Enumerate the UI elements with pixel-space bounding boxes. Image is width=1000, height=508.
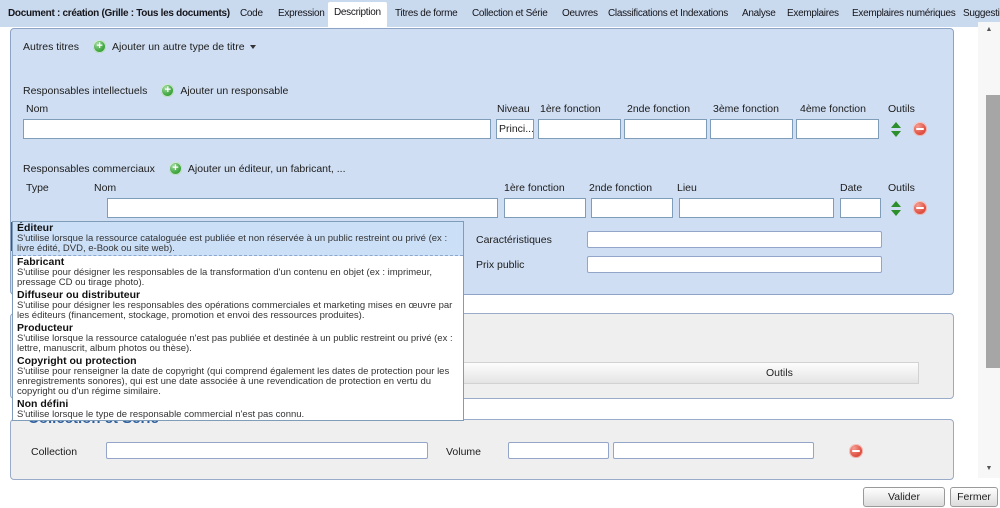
col-header-2nde-fonction: 2nde fonction bbox=[589, 182, 652, 194]
col-header-outils: Outils bbox=[888, 103, 915, 115]
add-plus-icon[interactable]: + bbox=[169, 162, 182, 175]
add-plus-icon[interactable]: + bbox=[161, 84, 174, 97]
dropdown-option-copyright[interactable]: Copyright ou protection S'utilise pour r… bbox=[13, 355, 463, 398]
option-description: S'utilise lorsque la ressource catalogué… bbox=[17, 334, 459, 354]
window-title: Document : création (Grille : Tous les d… bbox=[8, 0, 230, 27]
caracteristiques-input[interactable] bbox=[587, 231, 882, 248]
dropdown-option-producteur[interactable]: Producteur S'utilise lorsque la ressourc… bbox=[13, 322, 463, 355]
col-header-lieu: Lieu bbox=[677, 182, 697, 194]
comm-fonction2-input[interactable] bbox=[591, 198, 673, 218]
tab-exemplaires[interactable]: Exemplaires bbox=[787, 0, 839, 27]
tab-bar: Document : création (Grille : Tous les d… bbox=[0, 0, 1000, 27]
comm-date-input[interactable] bbox=[840, 198, 881, 218]
valider-button[interactable]: Valider bbox=[863, 487, 945, 507]
dropdown-option-diffuseur[interactable]: Diffuseur ou distributeur S'utilise pour… bbox=[13, 289, 463, 322]
intel-fonction4-input[interactable] bbox=[796, 119, 879, 139]
col-header-nom: Nom bbox=[26, 103, 48, 115]
dropdown-option-fabricant[interactable]: Fabricant S'utilise pour désigner les re… bbox=[13, 256, 463, 289]
volume-label: Volume bbox=[446, 446, 481, 458]
col-header-4eme-fonction: 4ème fonction bbox=[800, 103, 866, 115]
tab-classifications-et-indexations[interactable]: Classifications et Indexations bbox=[608, 0, 728, 27]
outils-header: Outils bbox=[766, 367, 793, 379]
option-description: S'utilise pour désigner les responsables… bbox=[17, 301, 459, 321]
intel-fonction3-input[interactable] bbox=[710, 119, 793, 139]
scrollbar-thumb[interactable] bbox=[986, 95, 1000, 368]
type-dropdown-list: Éditeur S'utilise lorsque la ressource c… bbox=[12, 221, 464, 421]
col-header-date: Date bbox=[840, 182, 862, 194]
col-header-nom: Nom bbox=[94, 182, 116, 194]
document-creation-window: Document : création (Grille : Tous les d… bbox=[0, 0, 1000, 508]
tab-titres-de-forme[interactable]: Titres de forme bbox=[395, 0, 457, 27]
move-updown-icon[interactable] bbox=[891, 201, 902, 216]
col-header-1ere-fonction: 1ère fonction bbox=[504, 182, 565, 194]
tab-code[interactable]: Code bbox=[240, 0, 263, 27]
intel-niveau-select[interactable]: Princi... bbox=[496, 119, 534, 139]
add-autre-titre-button[interactable]: Ajouter un autre type de titre bbox=[112, 41, 245, 53]
collection-input[interactable] bbox=[106, 442, 428, 459]
fermer-button[interactable]: Fermer bbox=[950, 487, 998, 507]
option-description: S'utilise lorsque le type de responsable… bbox=[17, 410, 459, 420]
tab-collection-et-serie[interactable]: Collection et Série bbox=[472, 0, 547, 27]
tab-exemplaires-numeriques[interactable]: Exemplaires numériques bbox=[852, 0, 955, 27]
col-header-niveau: Niveau bbox=[497, 103, 530, 115]
intel-fonction1-input[interactable] bbox=[538, 119, 621, 139]
autres-titres-row: Autres titres + Ajouter un autre type de… bbox=[23, 39, 256, 54]
caracteristiques-label: Caractéristiques bbox=[476, 234, 552, 246]
scroll-down-icon[interactable]: ▼ bbox=[978, 465, 1000, 472]
add-editeur-button[interactable]: Ajouter un éditeur, un fabricant, ... bbox=[188, 163, 346, 175]
volume-number-input[interactable] bbox=[508, 442, 609, 459]
comm-lieu-input[interactable] bbox=[679, 198, 834, 218]
collection-et-serie-panel: Collection Volume bbox=[10, 419, 954, 480]
tab-description[interactable]: Description bbox=[328, 2, 387, 27]
dropdown-option-non-defini[interactable]: Non défini S'utilise lorsque le type de … bbox=[13, 398, 463, 421]
tab-expression[interactable]: Expression bbox=[278, 0, 324, 27]
intel-fonction2-input[interactable] bbox=[624, 119, 707, 139]
responsables-intellectuels-row: Responsables intellectuels + Ajouter un … bbox=[23, 83, 288, 98]
scroll-up-icon[interactable]: ▲ bbox=[978, 26, 1000, 33]
move-updown-icon[interactable] bbox=[891, 122, 902, 137]
add-plus-icon[interactable]: + bbox=[93, 40, 106, 53]
tab-analyse[interactable]: Analyse bbox=[742, 0, 775, 27]
prix-public-input[interactable] bbox=[587, 256, 882, 273]
col-header-type: Type bbox=[26, 182, 49, 194]
tab-oeuvres[interactable]: Oeuvres bbox=[562, 0, 598, 27]
prix-public-label: Prix public bbox=[476, 259, 524, 271]
vertical-scrollbar[interactable]: ▲ ▼ bbox=[978, 22, 1000, 478]
option-description: S'utilise pour renseigner la date de cop… bbox=[17, 367, 459, 397]
col-header-3eme-fonction: 3ème fonction bbox=[713, 103, 779, 115]
remove-row-icon[interactable] bbox=[849, 444, 863, 458]
col-header-1ere-fonction: 1ère fonction bbox=[540, 103, 601, 115]
chevron-down-icon[interactable] bbox=[250, 45, 256, 49]
comm-fonction1-input[interactable] bbox=[504, 198, 586, 218]
col-header-outils: Outils bbox=[888, 182, 915, 194]
option-description: S'utilise lorsque la ressource catalogué… bbox=[17, 234, 459, 254]
responsables-commerciaux-label: Responsables commerciaux bbox=[23, 163, 155, 175]
responsables-intellectuels-label: Responsables intellectuels bbox=[23, 85, 147, 97]
responsables-commerciaux-row: Responsables commerciaux + Ajouter un éd… bbox=[23, 161, 346, 176]
remove-row-icon[interactable] bbox=[913, 122, 927, 136]
remove-row-icon[interactable] bbox=[913, 201, 927, 215]
comm-nom-input[interactable] bbox=[107, 198, 498, 218]
volume-title-input[interactable] bbox=[613, 442, 814, 459]
option-description: S'utilise pour désigner les responsables… bbox=[17, 268, 459, 288]
autres-titres-label: Autres titres bbox=[23, 41, 79, 53]
collection-label: Collection bbox=[31, 446, 77, 458]
add-responsable-button[interactable]: Ajouter un responsable bbox=[180, 85, 288, 97]
intel-nom-input[interactable] bbox=[23, 119, 491, 139]
dropdown-option-editeur[interactable]: Éditeur S'utilise lorsque la ressource c… bbox=[13, 222, 463, 256]
col-header-2nde-fonction: 2nde fonction bbox=[627, 103, 690, 115]
